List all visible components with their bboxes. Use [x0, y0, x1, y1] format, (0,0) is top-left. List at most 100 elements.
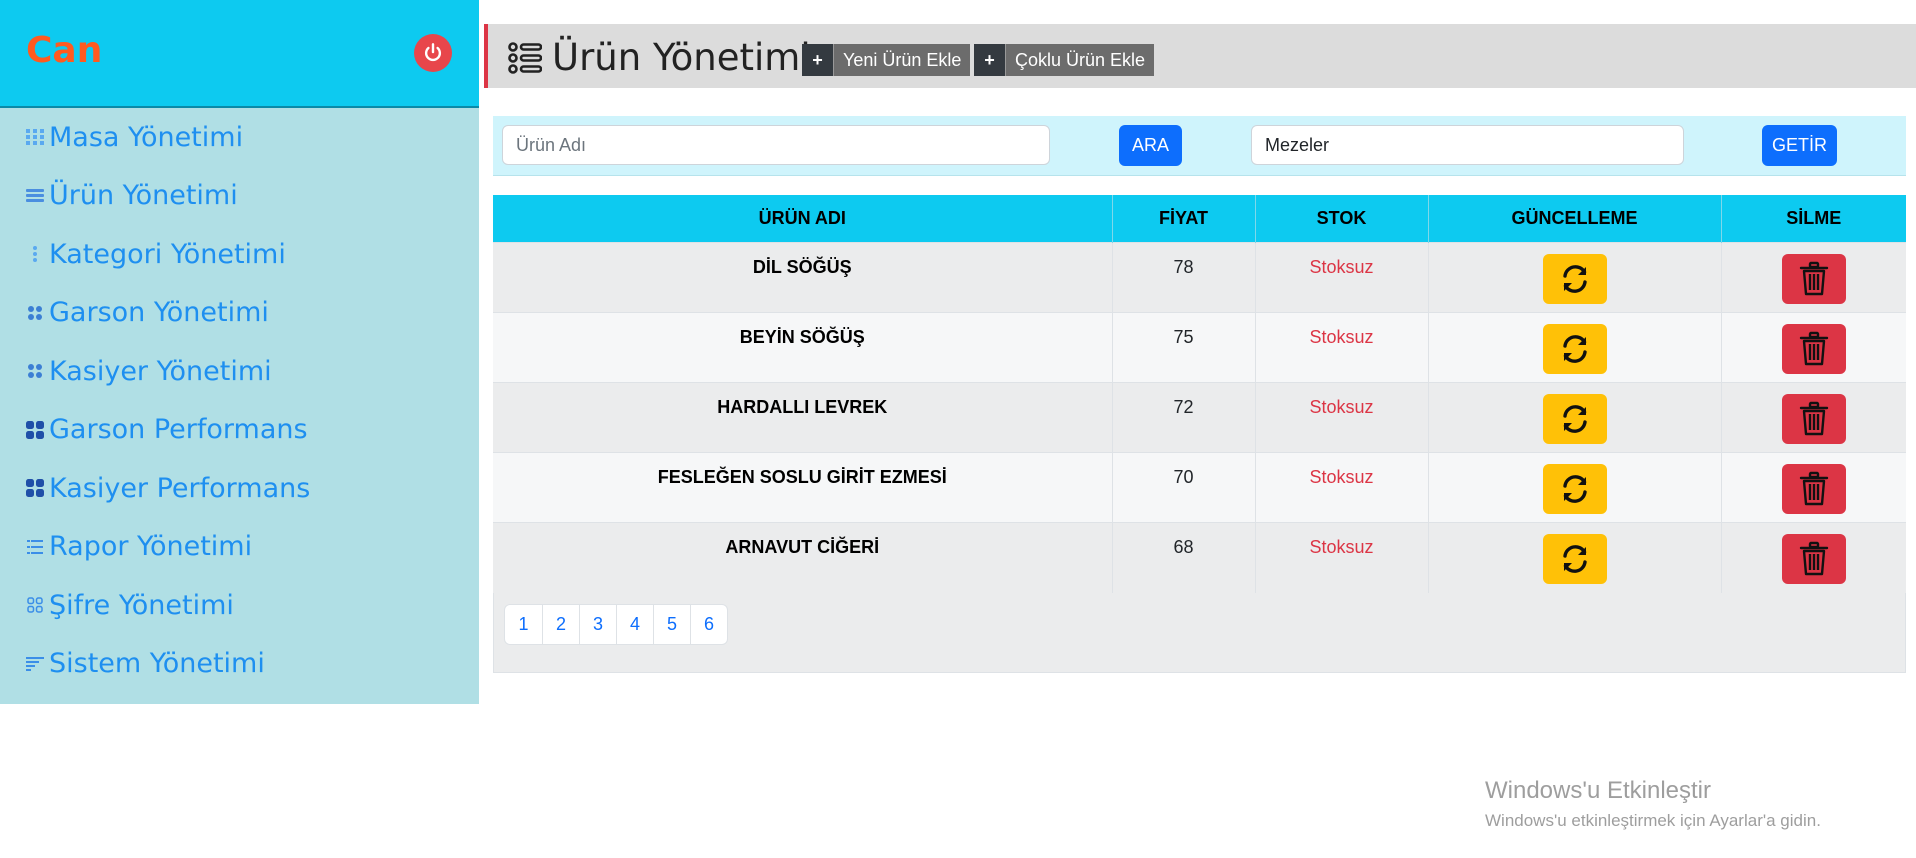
product-table: ÜRÜN ADI FİYAT STOK GÜNCELLEME SİLME DİL…	[493, 195, 1906, 593]
update-button[interactable]	[1542, 464, 1607, 514]
vertical-dots-icon	[25, 245, 45, 263]
activation-watermark-subtitle: Windows'u etkinleştirmek için Ayarlar'a …	[1485, 811, 1821, 830]
column-header-product-name[interactable]: ÜRÜN ADI	[493, 195, 1112, 243]
refresh-icon	[1562, 405, 1587, 433]
power-icon	[424, 43, 442, 62]
sidebar-item-label: Şifre Yönetimi	[49, 589, 234, 621]
stock-cell: Stoksuz	[1254, 452, 1428, 523]
table-row: ARNAVUT CİĞERİ 68 Stoksuz	[493, 522, 1906, 593]
stock-cell: Stoksuz	[1254, 242, 1428, 313]
refresh-icon	[1562, 475, 1587, 503]
grid-icon	[25, 129, 45, 146]
page-link-3[interactable]: 3	[579, 605, 616, 644]
column-header-stock[interactable]: STOK	[1254, 195, 1428, 243]
page-link-2[interactable]: 2	[542, 605, 579, 644]
page-link-6[interactable]: 6	[690, 605, 727, 644]
delete-button[interactable]	[1781, 394, 1846, 444]
product-name-cell: BEYİN SÖĞÜŞ	[493, 312, 1112, 383]
bulk-add-product-label: Çoklu Ürün Ekle	[1005, 44, 1155, 76]
add-product-button[interactable]: + Yeni Ürün Ekle	[802, 44, 971, 76]
text-lines-icon	[25, 656, 45, 671]
layers-icon	[25, 188, 45, 203]
table-row: FESLEĞEN SOSLU GİRİT EZMESİ 70 Stoksuz	[493, 452, 1906, 523]
sidebar-item-label: Ürün Yönetimi	[49, 180, 238, 212]
trash-icon	[1799, 331, 1828, 366]
update-button[interactable]	[1542, 324, 1607, 374]
stock-cell: Stoksuz	[1254, 382, 1428, 453]
price-cell: 75	[1111, 312, 1255, 383]
delete-button[interactable]	[1781, 254, 1846, 304]
sidebar-item-garson-yonetimi[interactable]: Garson Yönetimi	[0, 284, 479, 343]
sidebar-item-urun-yonetimi[interactable]: Ürün Yönetimi	[0, 167, 479, 226]
logout-button[interactable]	[414, 34, 452, 72]
price-cell: 72	[1111, 382, 1255, 453]
product-name-cell: ARNAVUT CİĞERİ	[493, 522, 1112, 593]
plus-icon: +	[802, 44, 833, 76]
bulk-add-product-button[interactable]: + Çoklu Ürün Ekle	[974, 44, 1155, 76]
trash-icon	[1799, 261, 1828, 296]
sidebar-header: Can	[0, 0, 479, 108]
delete-button[interactable]	[1781, 324, 1846, 374]
four-dots-icon	[25, 363, 45, 379]
trash-icon	[1799, 471, 1828, 506]
table-row: DİL SÖĞÜŞ 78 Stoksuz	[493, 242, 1906, 313]
four-squares-outline-icon	[25, 597, 45, 613]
sidebar-item-masa-yonetimi[interactable]: Masa Yönetimi	[0, 108, 479, 167]
sidebar-item-garson-performans[interactable]: Garson Performans	[0, 401, 479, 460]
update-button[interactable]	[1542, 254, 1607, 304]
page-link-1[interactable]: 1	[505, 605, 542, 644]
product-name-input[interactable]	[502, 125, 1050, 165]
sidebar: Can Masa Yönetimi Ürün Yönetimi Kategori…	[0, 0, 479, 704]
sidebar-item-label: Garson Yönetimi	[49, 297, 269, 329]
refresh-icon	[1562, 545, 1587, 573]
column-header-delete[interactable]: SİLME	[1720, 195, 1906, 243]
sidebar-item-label: Kasiyer Yönetimi	[49, 355, 272, 387]
plus-icon: +	[974, 44, 1005, 76]
column-header-price[interactable]: FİYAT	[1111, 195, 1255, 243]
sidebar-item-label: Kategori Yönetimi	[49, 238, 286, 270]
list-icon	[25, 539, 45, 554]
sidebar-item-sistem-yonetimi[interactable]: Sistem Yönetimi	[0, 635, 479, 694]
sidebar-item-label: Rapor Yönetimi	[49, 531, 253, 563]
search-button[interactable]: ARA	[1119, 125, 1182, 166]
sidebar-item-label: Sistem Yönetimi	[49, 648, 265, 680]
update-button[interactable]	[1542, 394, 1607, 444]
activation-watermark-title: Windows'u Etkinleştir	[1485, 777, 1711, 804]
four-dots-icon	[25, 305, 45, 321]
price-cell: 68	[1111, 522, 1255, 593]
sidebar-item-label: Masa Yönetimi	[49, 121, 244, 153]
refresh-icon	[1562, 265, 1587, 293]
page-link-5[interactable]: 5	[653, 605, 690, 644]
sidebar-item-label: Kasiyer Performans	[49, 472, 311, 504]
product-name-cell: HARDALLI LEVREK	[493, 382, 1112, 453]
sidebar-item-kasiyer-yonetimi[interactable]: Kasiyer Yönetimi	[0, 342, 479, 401]
delete-button[interactable]	[1781, 534, 1846, 584]
page-title-group: Ürün Yönetimi	[508, 36, 811, 79]
table-row: HARDALLI LEVREK 72 Stoksuz	[493, 382, 1906, 453]
sidebar-item-label: Garson Performans	[49, 414, 308, 446]
four-squares-icon	[25, 479, 45, 498]
delete-button[interactable]	[1781, 464, 1846, 514]
pagination: 1 2 3 4 5 6	[504, 604, 728, 645]
update-button[interactable]	[1542, 534, 1607, 584]
brand-name: Can	[26, 30, 103, 71]
stock-cell: Stoksuz	[1254, 522, 1428, 593]
page-title: Ürün Yönetimi	[552, 36, 811, 79]
column-header-update[interactable]: GÜNCELLEME	[1427, 195, 1721, 243]
category-input[interactable]	[1251, 125, 1684, 165]
price-cell: 70	[1111, 452, 1255, 523]
page-link-4[interactable]: 4	[616, 605, 653, 644]
product-name-cell: DİL SÖĞÜŞ	[493, 242, 1112, 313]
product-name-cell: FESLEĞEN SOSLU GİRİT EZMESİ	[493, 452, 1112, 523]
stock-cell: Stoksuz	[1254, 312, 1428, 383]
sidebar-item-kategori-yonetimi[interactable]: Kategori Yönetimi	[0, 225, 479, 284]
sidebar-item-sifre-yonetimi[interactable]: Şifre Yönetimi	[0, 576, 479, 635]
table-row: BEYİN SÖĞÜŞ 75 Stoksuz	[493, 312, 1906, 383]
fetch-button[interactable]: GETİR	[1762, 125, 1837, 166]
add-product-label: Yeni Ürün Ekle	[833, 44, 971, 76]
page-header: Ürün Yönetimi + Yeni Ürün Ekle + Çoklu Ü…	[484, 24, 1916, 88]
refresh-icon	[1562, 335, 1587, 363]
trash-icon	[1799, 401, 1828, 436]
sidebar-item-rapor-yonetimi[interactable]: Rapor Yönetimi	[0, 518, 479, 577]
sidebar-item-kasiyer-performans[interactable]: Kasiyer Performans	[0, 459, 479, 518]
